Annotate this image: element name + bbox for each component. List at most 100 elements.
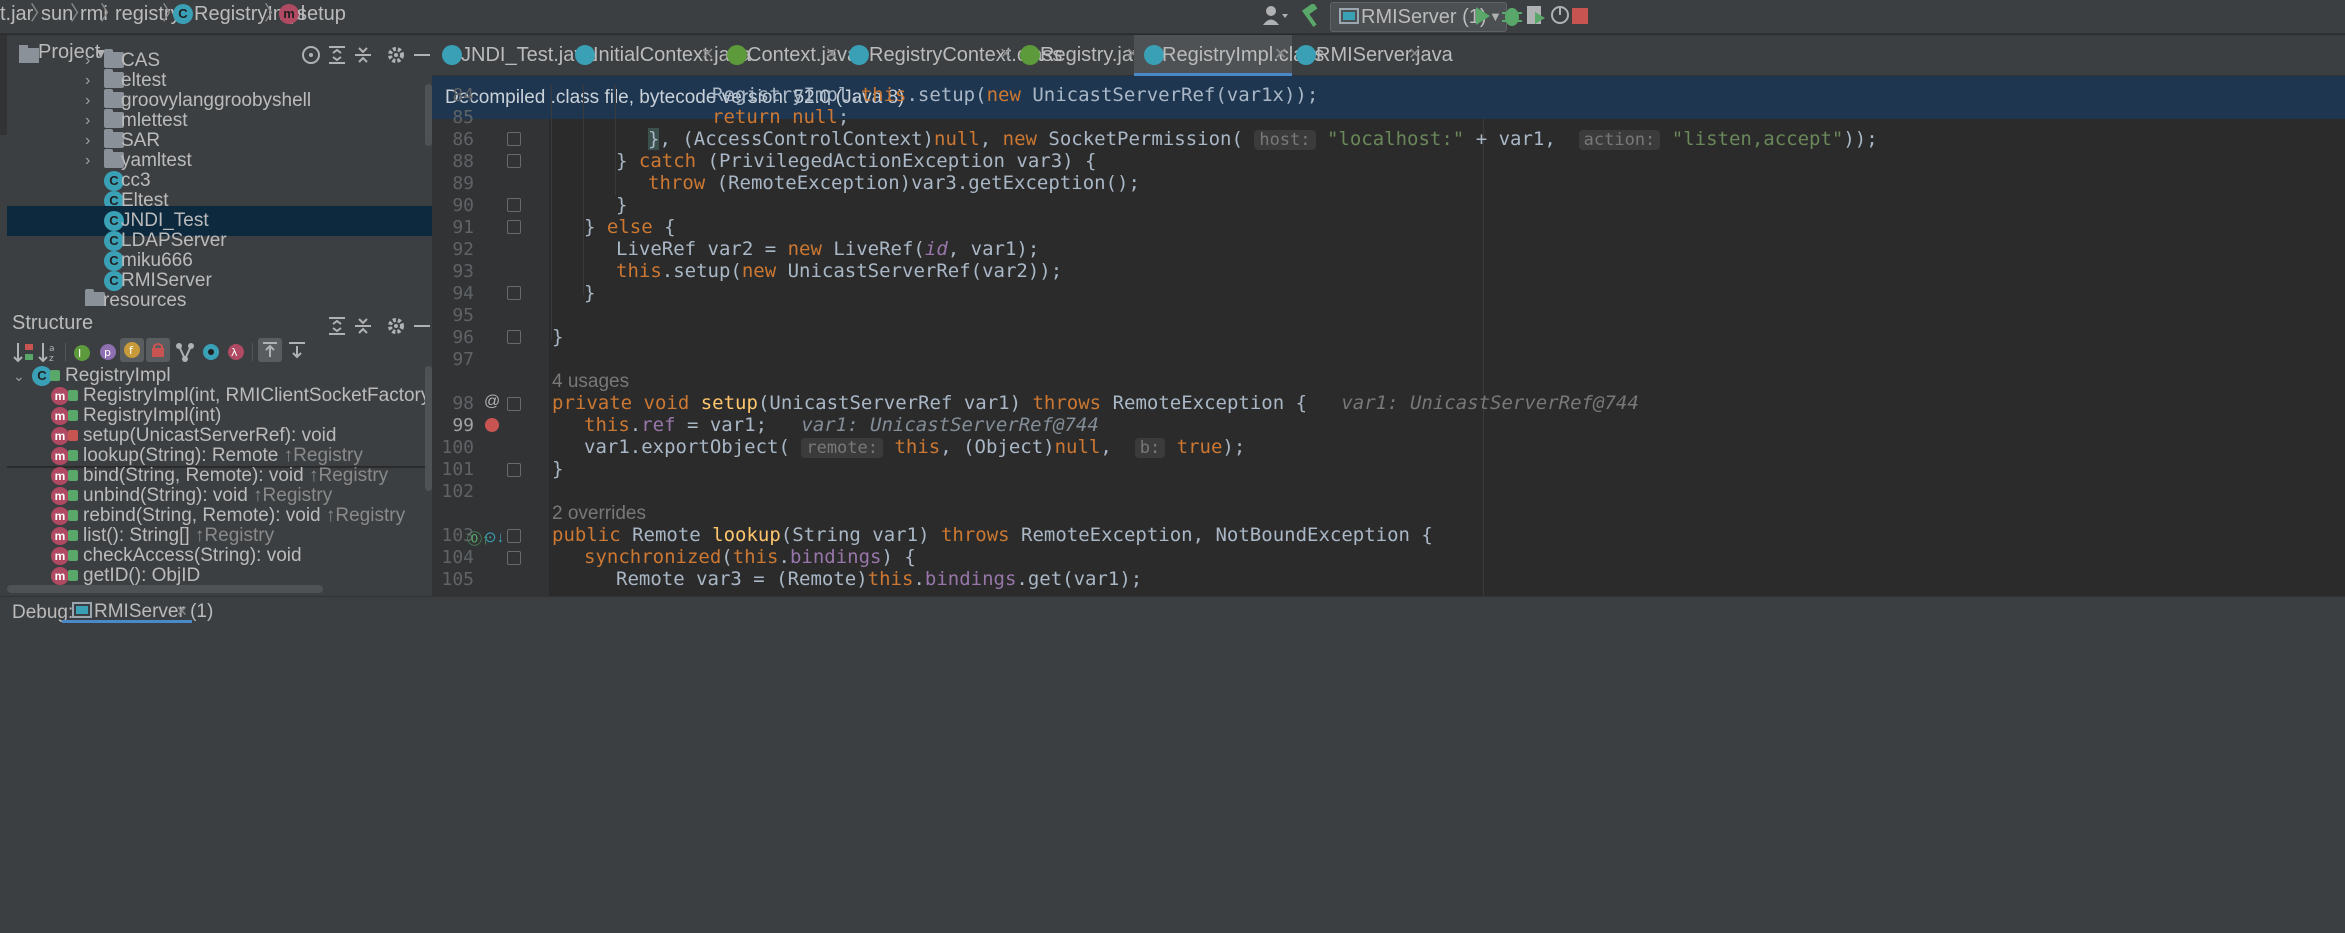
- show-non-public-toggle[interactable]: [146, 338, 170, 362]
- annotation-at-icon[interactable]: @: [484, 393, 500, 411]
- anonymous-class-icon[interactable]: [200, 341, 222, 363]
- autoscroll-from-source-icon[interactable]: [287, 341, 307, 361]
- fold-marker-icon[interactable]: [507, 132, 521, 146]
- editor-tab-bar: JNDI_Test.java InitialContext.java ✕ Con…: [432, 35, 2345, 76]
- user-icon[interactable]: [1262, 5, 1288, 27]
- private-lock-icon: [68, 430, 78, 441]
- close-icon[interactable]: ✕: [1274, 35, 1287, 75]
- show-fields-toggle[interactable]: f: [120, 338, 144, 362]
- code-line-100: var1.exportObject( remote: this, (Object…: [584, 436, 1246, 458]
- close-icon[interactable]: ✕: [825, 35, 838, 75]
- fold-marker-icon[interactable]: [507, 286, 521, 300]
- svg-text:p: p: [104, 346, 111, 359]
- class-icon: [1144, 45, 1164, 65]
- structure-horizontal-scrollbar[interactable]: [7, 585, 323, 593]
- debug-icon[interactable]: [1500, 3, 1524, 29]
- coverage-icon[interactable]: [1525, 4, 1547, 28]
- interface-icon: [1020, 45, 1040, 65]
- close-icon[interactable]: ✕: [701, 35, 714, 75]
- bottom-tool-window-bar: Debug: RMIServer (1) ✕: [0, 596, 2345, 933]
- navigation-bar: t.jar 〉 sun 〉 rmi 〉 registry 〉 C Registr…: [0, 0, 2345, 34]
- code-line-101: }: [552, 458, 564, 480]
- expand-all-icon[interactable]: [326, 315, 348, 337]
- code-line-93: this.setup(new UnicastServerRef(var2));: [616, 260, 1063, 282]
- public-lock-icon: [68, 490, 78, 501]
- lambda-icon[interactable]: λ: [225, 341, 247, 363]
- class-icon: [1296, 45, 1316, 65]
- structure-panel-header: Structure: [7, 306, 432, 346]
- debug-session-tab[interactable]: RMIServer (1) ✕: [62, 597, 213, 623]
- overridden-method-icon[interactable]: ⊙↓: [484, 528, 504, 546]
- class-icon: C: [173, 4, 193, 24]
- project-scrollbar[interactable]: [425, 84, 432, 146]
- stop-icon[interactable]: [1570, 4, 1590, 28]
- close-icon[interactable]: ✕: [999, 35, 1012, 75]
- minimize-icon[interactable]: [411, 315, 433, 337]
- tab-label: Context.java: [747, 44, 859, 66]
- sort-by-type-icon[interactable]: [13, 341, 35, 363]
- fold-marker-icon[interactable]: [507, 220, 521, 234]
- autoscroll-to-source-toggle[interactable]: [258, 338, 282, 362]
- tree-item-resources[interactable]: resources: [7, 286, 432, 308]
- build-hammer-icon[interactable]: [1300, 4, 1322, 28]
- svg-text:a: a: [49, 344, 55, 354]
- indent-guide: [583, 85, 584, 295]
- tab-label: RMIServer.java: [1316, 44, 1453, 66]
- code-line-94: }: [584, 282, 596, 304]
- svg-text:λ: λ: [231, 346, 238, 359]
- breadcrumb-setup[interactable]: setup: [297, 0, 346, 34]
- show-lambdas-icon[interactable]: [174, 341, 196, 363]
- line-number: 97: [452, 349, 474, 370]
- public-lock-icon: [68, 510, 78, 521]
- breakpoint-icon[interactable]: [485, 418, 499, 432]
- close-icon[interactable]: ✕: [176, 603, 188, 620]
- tab-registryimpl[interactable]: RegistryImpl.class ✕: [1134, 35, 1324, 76]
- public-lock-icon: [50, 370, 60, 381]
- run-icon[interactable]: [1473, 4, 1493, 28]
- indent-guide: [551, 85, 552, 340]
- toolbar-separator: [65, 343, 66, 361]
- tab-jndi-test[interactable]: JNDI_Test.java: [432, 35, 596, 76]
- show-properties-icon[interactable]: p: [97, 341, 119, 363]
- fold-marker-icon[interactable]: [507, 154, 521, 168]
- tool-window-stripe: [0, 35, 7, 135]
- class-icon: [849, 45, 869, 65]
- line-number: 105: [441, 569, 474, 590]
- public-lock-icon: [68, 470, 78, 481]
- tab-initialcontext[interactable]: InitialContext.java ✕: [575, 35, 751, 76]
- interface-icon: [727, 45, 747, 65]
- public-lock-icon: [68, 410, 78, 421]
- tab-registry[interactable]: Registry.java ✕: [1020, 35, 1154, 76]
- public-lock-icon: [68, 390, 78, 401]
- run-config-icon: [72, 602, 92, 618]
- toolbar-separator: [252, 343, 253, 361]
- profile-icon[interactable]: [1550, 4, 1572, 28]
- public-lock-icon: [68, 550, 78, 561]
- fold-marker-icon[interactable]: [507, 397, 521, 411]
- fold-marker-icon[interactable]: [507, 330, 521, 344]
- tab-registrycontext[interactable]: RegistryContext.class ✕: [849, 35, 1062, 76]
- tree-item-label: resources: [103, 290, 187, 308]
- structure-scrollbar[interactable]: [425, 366, 432, 491]
- line-number: 102: [441, 481, 474, 502]
- tab-context[interactable]: Context.java ✕: [727, 35, 858, 76]
- public-lock-icon: [68, 450, 78, 461]
- gear-icon[interactable]: [385, 315, 407, 337]
- tab-rmiserver[interactable]: RMIServer.java ✕: [1292, 35, 1453, 76]
- sort-alphabetically-icon[interactable]: az: [38, 341, 60, 363]
- svg-text:I: I: [78, 347, 81, 360]
- fold-marker-icon[interactable]: [507, 529, 521, 543]
- public-lock-icon: [68, 570, 78, 581]
- fold-marker-icon[interactable]: [507, 198, 521, 212]
- breadcrumb-jar[interactable]: t.jar: [0, 0, 33, 34]
- field-icon: f: [124, 342, 140, 358]
- collapse-all-icon[interactable]: [352, 315, 374, 337]
- debug-session-label: RMIServer (1): [94, 601, 214, 622]
- run-config-label: RMIServer (1): [1361, 6, 1487, 28]
- show-inherited-icon[interactable]: I: [72, 341, 94, 363]
- method-icon: m: [279, 4, 299, 24]
- fold-marker-icon[interactable]: [507, 463, 521, 477]
- fold-marker-icon[interactable]: [507, 551, 521, 565]
- close-icon[interactable]: ✕: [1408, 35, 1421, 75]
- breadcrumb-sun[interactable]: sun: [41, 0, 73, 34]
